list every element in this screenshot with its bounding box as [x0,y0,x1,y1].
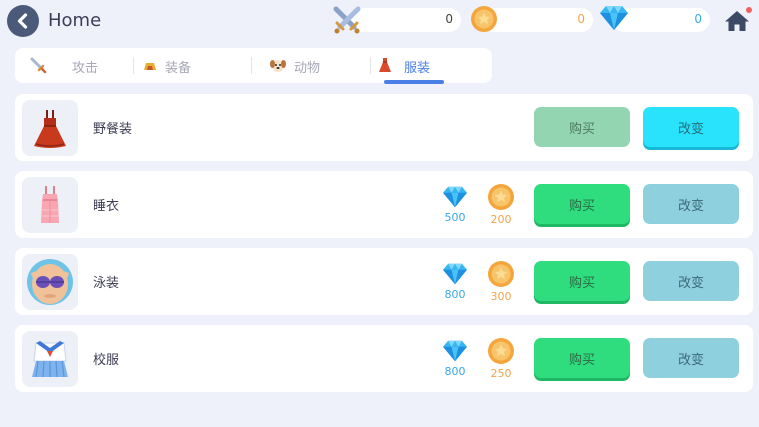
coin-icon [488,338,514,364]
change-button[interactable]: 改变 [643,107,739,147]
page-title: Home [48,10,102,31]
school-uniform-icon [32,341,68,378]
item-thumbnail [22,177,78,233]
coins-value: 0 [577,12,585,26]
swords-counter: 0 [333,6,461,34]
coin-price: 300 [481,260,521,303]
back-button[interactable] [7,5,39,37]
tab-clothing[interactable]: 服装 [371,48,492,83]
diamond-icon [443,263,467,285]
pajamas-icon [41,186,59,223]
picnic-dress-icon [34,110,66,148]
gem-price: 800 [435,339,475,378]
category-tabs: 攻击 装备 动物 服装 [15,48,492,83]
gem-price-value: 800 [444,365,466,378]
dog-icon [270,60,286,72]
buy-button[interactable]: 购买 [534,338,630,378]
coin-price: 250 [481,337,521,380]
gem-price: 800 [435,262,475,301]
tab-attack-label: 攻击 [72,61,99,76]
gems-value: 0 [694,12,702,26]
item-thumbnail [22,254,78,310]
list-item: 睡衣 500 200 购买 改变 [15,171,753,238]
diamond-icon [443,340,467,362]
diamond-icon [600,6,628,30]
diamond-icon [443,186,467,208]
item-name: 睡衣 [93,199,120,214]
item-name: 泳装 [93,276,120,291]
buy-button[interactable]: 购买 [534,184,630,224]
coin-icon [488,261,514,287]
buy-button[interactable]: 购买 [534,261,630,301]
notification-dot [746,7,752,13]
sword-icon [30,57,47,74]
coins-counter: 0 [471,6,593,32]
tab-equipment[interactable]: 装备 [134,48,251,83]
tab-attack[interactable]: 攻击 [15,48,133,83]
list-item: 校服 800 250 购买 改变 [15,325,753,392]
coin-price: 200 [481,183,521,226]
tab-clothing-label: 服装 [404,61,431,76]
coin-icon [471,6,497,32]
dress-icon [379,58,391,72]
chevron-left-icon [17,13,28,29]
change-button[interactable]: 改变 [643,261,739,301]
change-button[interactable]: 改变 [643,338,739,378]
home-icon[interactable] [724,9,750,33]
list-item: 野餐装 购买 改变 [15,94,753,161]
item-thumbnail [22,100,78,156]
helmet-icon [144,63,156,70]
gem-price: 500 [435,185,475,224]
coin-price-value: 250 [490,367,512,380]
crossed-swords-icon [333,6,361,34]
change-button[interactable]: 改变 [643,184,739,224]
list-item: 泳装 800 300 购买 改变 [15,248,753,315]
tab-animals[interactable]: 动物 [252,48,370,83]
item-name: 野餐装 [93,122,133,137]
gem-price-value: 800 [444,288,466,301]
gem-price-value: 500 [444,211,466,224]
coin-price-value: 200 [490,213,512,226]
tab-animals-label: 动物 [294,61,321,76]
coin-icon [488,184,514,210]
top-bar: Home 0 0 0 [0,0,759,44]
active-tab-indicator [384,80,444,84]
swords-value: 0 [445,12,453,26]
swimsuit-icon [27,259,73,305]
buy-button[interactable]: 购买 [534,107,630,147]
gems-counter: 0 [600,6,710,32]
item-name: 校服 [93,353,120,368]
coin-price-value: 300 [490,290,512,303]
tab-equipment-label: 装备 [165,61,192,76]
item-thumbnail [22,331,78,387]
